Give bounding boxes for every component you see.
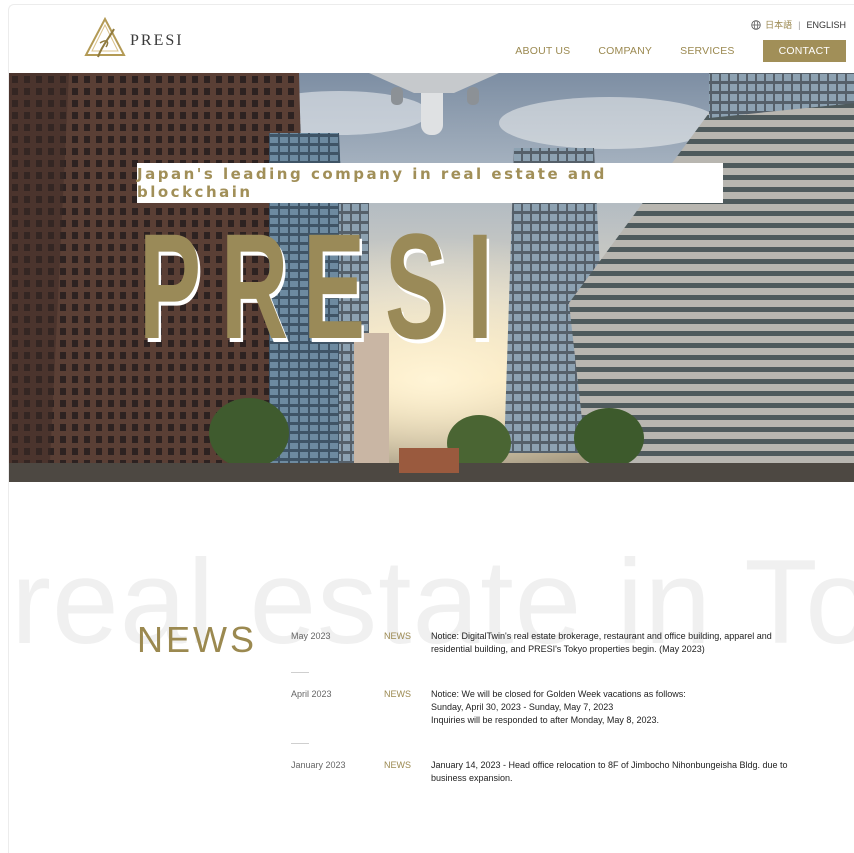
news-text-line: residential building, and PRESI's Tokyo … bbox=[431, 644, 705, 654]
news-text-line: Sunday, April 30, 2023 - Sunday, May 7, … bbox=[431, 702, 614, 712]
news-section-title: NEWS bbox=[137, 619, 257, 660]
news-date: April 2023 bbox=[291, 689, 332, 699]
news-category: NEWS bbox=[384, 689, 411, 699]
contact-button[interactable]: CONTACT bbox=[762, 40, 846, 62]
news-date: May 2023 bbox=[291, 631, 331, 641]
hero-brand-wordmark: P R E S I bbox=[139, 211, 549, 361]
nav-about-us[interactable]: ABOUT US bbox=[515, 45, 570, 57]
news-text-line: Inquiries will be responded to after Mon… bbox=[431, 715, 659, 725]
site-logo[interactable]: PRESI bbox=[84, 17, 184, 61]
news-text: Notice: We will be closed for Golden Wee… bbox=[431, 688, 811, 727]
hero-banner: Japan's leading company in real estate a… bbox=[9, 73, 854, 482]
news-divider bbox=[291, 743, 309, 744]
globe-icon bbox=[751, 19, 761, 30]
news-text-line: Notice: We will be closed for Golden Wee… bbox=[431, 689, 686, 699]
news-text-line: business expansion. bbox=[431, 773, 513, 783]
hero-tagline: Japan's leading company in real estate a… bbox=[137, 165, 607, 201]
hero-letter-e: E bbox=[303, 202, 366, 370]
page: PRESI 日本語 | ENGLISH ABOUT US COMPANY SER… bbox=[8, 4, 854, 853]
news-category: NEWS bbox=[384, 760, 411, 770]
news-item[interactable]: April 2023 NEWS Notice: We will be close… bbox=[291, 688, 811, 727]
news-text: Notice: DigitalTwin's real estate broker… bbox=[431, 630, 811, 656]
news-divider bbox=[291, 672, 309, 673]
hero-letter-s: S bbox=[385, 202, 448, 370]
news-item[interactable]: January 2023 NEWS January 14, 2023 - Hea… bbox=[291, 759, 811, 785]
news-date: January 2023 bbox=[291, 760, 346, 770]
lang-japanese-link[interactable]: 日本語 bbox=[765, 18, 792, 31]
hero-letter-p: P bbox=[139, 202, 202, 370]
news-category: NEWS bbox=[384, 631, 411, 641]
lang-separator: | bbox=[798, 19, 801, 30]
hero-letter-i: I bbox=[467, 202, 493, 370]
nav-company[interactable]: COMPANY bbox=[598, 45, 652, 57]
nav-services[interactable]: SERVICES bbox=[680, 45, 735, 57]
news-text: January 14, 2023 - Head office relocatio… bbox=[431, 759, 811, 785]
news-list: May 2023 NEWS Notice: DigitalTwin's real… bbox=[291, 630, 811, 785]
hero-letter-r: R bbox=[221, 202, 289, 370]
main-nav: ABOUT US COMPANY SERVICES CONTACT bbox=[487, 40, 846, 62]
lang-english-link[interactable]: ENGLISH bbox=[806, 20, 846, 30]
news-text-line: January 14, 2023 - Head office relocatio… bbox=[431, 760, 788, 770]
news-text-line: Notice: DigitalTwin's real estate broker… bbox=[431, 631, 772, 641]
news-item[interactable]: May 2023 NEWS Notice: DigitalTwin's real… bbox=[291, 630, 811, 656]
language-switcher: 日本語 | ENGLISH bbox=[751, 18, 846, 31]
presi-logo-icon bbox=[84, 17, 126, 58]
logo-text: PRESI bbox=[130, 32, 184, 49]
hero-tagline-box: Japan's leading company in real estate a… bbox=[137, 163, 723, 203]
